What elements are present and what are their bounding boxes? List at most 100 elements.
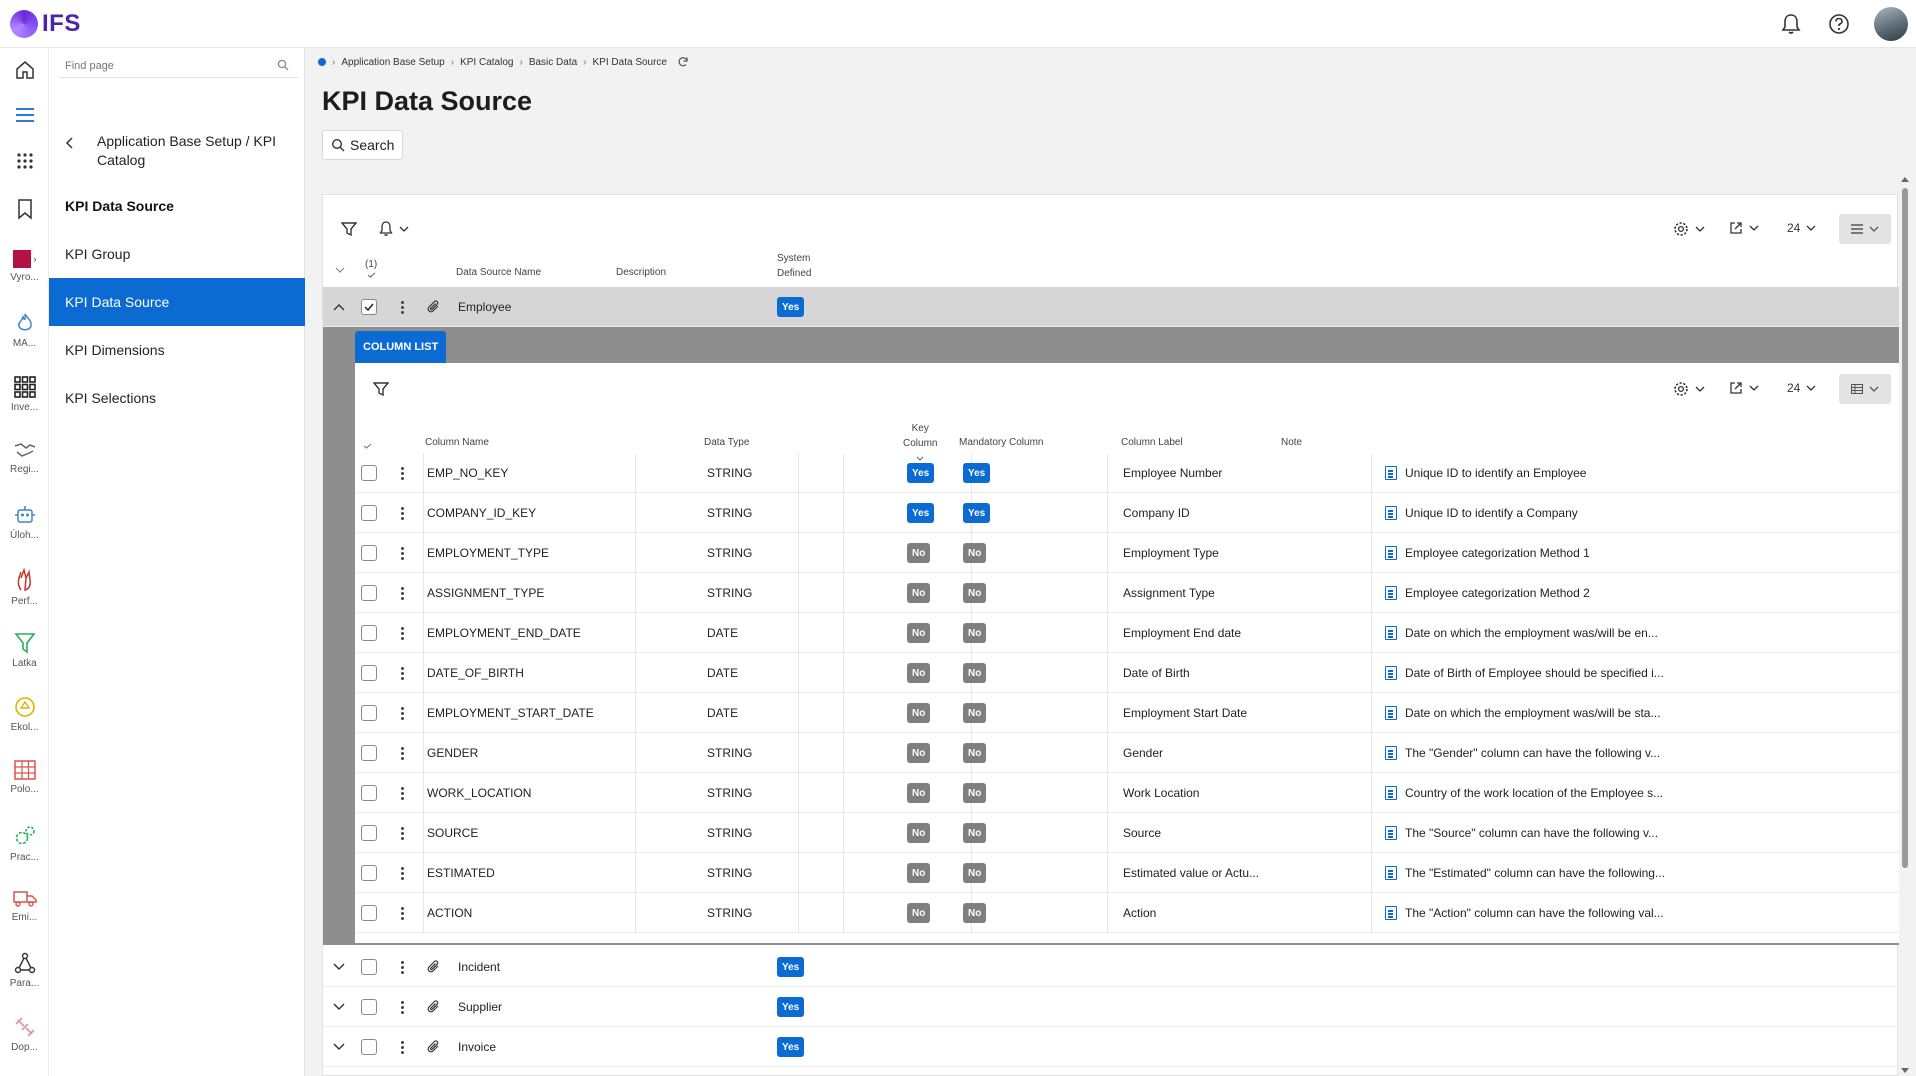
table-row[interactable]: EMPLOYMENT_TYPE STRING No No Employment Type… — [355, 533, 1899, 573]
rail-item-7[interactable]: Latka — [0, 632, 49, 669]
attachment-icon[interactable] — [427, 1027, 441, 1067]
find-page-input[interactable] — [65, 59, 265, 72]
page-size-select[interactable]: 24 — [1787, 381, 1816, 395]
table-row[interactable]: GENDER STRING No No Gender The "Gender" colum… — [355, 733, 1899, 773]
attachment-icon[interactable] — [427, 287, 441, 327]
scroll-up-icon[interactable] — [1898, 174, 1912, 184]
row-checkbox[interactable] — [361, 999, 377, 1015]
rail-item-3[interactable]: Inve... — [0, 376, 49, 413]
row-checkbox[interactable] — [361, 465, 377, 481]
rail-item-9[interactable]: Polo... — [0, 760, 49, 795]
filter-icon[interactable] — [373, 381, 389, 397]
row-checkbox[interactable] — [361, 625, 377, 641]
row-checkbox[interactable] — [361, 825, 377, 841]
row-menu-icon[interactable] — [401, 853, 404, 893]
expand-all-chevron-icon[interactable] — [335, 265, 345, 276]
header-data-source-name[interactable]: Data Source Name — [456, 267, 541, 278]
table-row[interactable]: Employee Yes — [323, 287, 1899, 327]
nav-item-kpi-selections[interactable]: KPI Selections — [49, 374, 305, 422]
rail-apps[interactable] — [0, 152, 49, 170]
row-menu-icon[interactable] — [401, 1027, 404, 1067]
selection-count[interactable]: (1) — [365, 259, 377, 281]
export-menu[interactable] — [1729, 381, 1759, 395]
breadcrumb-item[interactable]: Application Base Setup — [341, 57, 444, 68]
table-row[interactable]: WORK_LOCATION STRING No No Work Location Coun… — [355, 773, 1899, 813]
home-dot-icon[interactable] — [318, 58, 326, 66]
rail-item-6[interactable]: Perf... — [0, 568, 49, 607]
rail-item-4[interactable]: Regi... — [0, 440, 49, 475]
expand-chevron-icon[interactable] — [333, 947, 345, 987]
nav-parent-link[interactable]: Application Base Setup / KPI Catalog — [97, 132, 297, 170]
breadcrumb-item[interactable]: KPI Catalog — [460, 57, 513, 68]
row-checkbox[interactable] — [361, 959, 377, 975]
row-checkbox[interactable] — [361, 585, 377, 601]
rail-item-10[interactable]: Prac... — [0, 824, 49, 863]
expand-chevron-icon[interactable] — [333, 987, 345, 1027]
breadcrumb-item[interactable]: Basic Data — [529, 57, 577, 68]
header-column-label[interactable]: Column Label — [1121, 437, 1183, 448]
header-mandatory-column[interactable]: Mandatory Column — [959, 437, 1043, 448]
rail-bookmark[interactable] — [0, 198, 49, 220]
rail-item-13[interactable]: Dop... — [0, 1016, 49, 1053]
rail-item-5[interactable]: Úloh... — [0, 504, 49, 541]
rail-item-8[interactable]: Ekol... — [0, 696, 49, 733]
row-checkbox[interactable] — [361, 505, 377, 521]
row-menu-icon[interactable] — [401, 773, 404, 813]
row-menu-icon[interactable] — [401, 653, 404, 693]
expand-chevron-icon[interactable] — [333, 1027, 345, 1067]
nav-item-kpi-dimensions[interactable]: KPI Dimensions — [49, 326, 305, 374]
row-menu-icon[interactable] — [401, 733, 404, 773]
table-row[interactable]: Supplier Yes — [323, 987, 1899, 1027]
notification-menu[interactable] — [379, 221, 409, 237]
refresh-icon[interactable] — [677, 56, 689, 68]
row-checkbox[interactable] — [361, 545, 377, 561]
table-row[interactable]: Invoice Yes — [323, 1027, 1899, 1067]
row-checkbox[interactable] — [361, 865, 377, 881]
tab-column-list[interactable]: COLUMN LIST — [355, 331, 447, 363]
row-checkbox[interactable] — [361, 705, 377, 721]
search-icon[interactable] — [277, 59, 289, 71]
export-menu[interactable] — [1729, 221, 1759, 235]
row-menu-icon[interactable] — [401, 533, 404, 573]
bell-icon[interactable] — [1778, 11, 1804, 37]
row-checkbox[interactable] — [361, 299, 377, 315]
table-row[interactable]: SOURCE STRING No No Source The "Source" colum… — [355, 813, 1899, 853]
view-mode-button[interactable] — [1839, 214, 1891, 244]
vertical-scrollbar[interactable] — [1898, 174, 1912, 1076]
row-menu-icon[interactable] — [401, 573, 404, 613]
table-row[interactable]: EMP_NO_KEY STRING Yes Yes Employee Number Uni… — [355, 453, 1899, 493]
row-menu-icon[interactable] — [401, 287, 404, 327]
row-menu-icon[interactable] — [401, 613, 404, 653]
rail-item-11[interactable]: Emi... — [0, 888, 49, 923]
rail-item-12[interactable]: Para... — [0, 952, 49, 989]
ifs-logo[interactable]: IFS — [10, 9, 81, 38]
settings-menu[interactable] — [1673, 381, 1705, 397]
back-chevron-icon[interactable] — [65, 136, 75, 154]
rail-item-1[interactable]: › Vyro... — [0, 250, 49, 283]
header-description[interactable]: Description — [616, 267, 666, 278]
table-row[interactable]: DATE_OF_BIRTH DATE No No Date of Birth Date o… — [355, 653, 1899, 693]
attachment-icon[interactable] — [427, 947, 441, 987]
table-row[interactable]: EMPLOYMENT_START_DATE DATE No No Employment … — [355, 693, 1899, 733]
header-column-name[interactable]: Column Name — [425, 437, 489, 448]
search-button[interactable]: Search — [322, 130, 404, 160]
table-row[interactable]: Incident Yes — [323, 947, 1899, 987]
settings-menu[interactable] — [1673, 221, 1705, 237]
table-row[interactable]: ESTIMATED STRING No No Estimated value or Ac… — [355, 853, 1899, 893]
scroll-down-icon[interactable] — [1898, 1066, 1912, 1076]
rail-menu[interactable] — [0, 106, 49, 124]
row-menu-icon[interactable] — [401, 947, 404, 987]
filter-icon[interactable] — [341, 221, 357, 237]
row-menu-icon[interactable] — [401, 893, 404, 933]
attachment-icon[interactable] — [427, 987, 441, 1027]
row-menu-icon[interactable] — [401, 987, 404, 1027]
row-checkbox[interactable] — [361, 745, 377, 761]
nav-item-kpi-group[interactable]: KPI Group — [49, 230, 305, 278]
row-checkbox[interactable] — [361, 905, 377, 921]
table-row[interactable]: ASSIGNMENT_TYPE STRING No No Assignment Type… — [355, 573, 1899, 613]
header-data-type[interactable]: Data Type — [704, 437, 749, 448]
select-all-check-icon[interactable] — [363, 441, 372, 452]
row-checkbox[interactable] — [361, 1039, 377, 1055]
page-size-select[interactable]: 24 — [1787, 221, 1816, 235]
table-row[interactable]: COMPANY_ID_KEY STRING Yes Yes Company ID Uniq… — [355, 493, 1899, 533]
